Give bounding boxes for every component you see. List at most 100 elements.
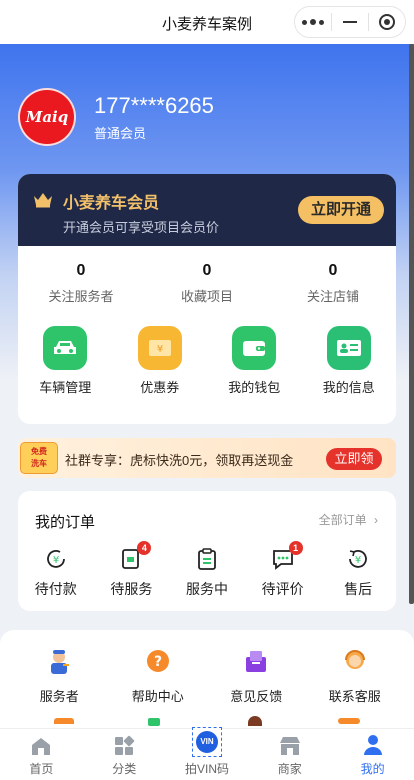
promo-banner[interactable]: 免费 洗车 社群专享：虎标快洗0元，领取再送现金 立即领	[18, 438, 396, 478]
avatar-logo-text: Maiq	[25, 108, 69, 126]
quick-label: 车辆管理	[39, 380, 92, 395]
tab-label: 分类	[112, 762, 137, 776]
tool-label: 联系客服	[328, 689, 381, 704]
vip-subtitle: 开通会员可享受项目会员价	[63, 220, 220, 235]
quick-my-info[interactable]: 我的信息	[302, 326, 397, 396]
scrollbar[interactable]	[409, 44, 414, 604]
tab-label: 我的	[360, 762, 385, 776]
orders-card: 我的订单 全部订单 › ¥ 待付款 4 待服务 服务中 1 待评价 ¥ 售后	[18, 491, 396, 611]
close-button[interactable]	[369, 7, 405, 37]
tab-merchants[interactable]: 商家	[248, 729, 331, 780]
miniprogram-capsule	[294, 6, 406, 38]
quick-actions: 车辆管理 ¥ 优惠券 我的钱包 我的信息	[18, 326, 396, 396]
minimize-button[interactable]	[332, 7, 368, 37]
quick-label: 优惠券	[140, 380, 180, 395]
tools-row: 服务者 ? 帮助中心 意见反馈 联系客服	[10, 648, 404, 705]
minimize-icon	[343, 21, 357, 23]
tab-category[interactable]: 分类	[83, 729, 166, 780]
order-label: 待服务	[110, 581, 153, 597]
order-badge: 1	[288, 541, 303, 555]
more-dots-icon	[302, 19, 324, 25]
svg-text:¥: ¥	[53, 555, 59, 566]
vin-badge-text: VIN	[195, 731, 218, 753]
tool-label: 服务者	[39, 689, 79, 704]
support-icon	[344, 650, 365, 669]
more-button[interactable]	[295, 7, 331, 37]
close-target-icon	[379, 14, 395, 30]
stat-label: 关注服务者	[48, 289, 114, 304]
order-after-sales[interactable]: ¥ 售后	[320, 545, 396, 599]
promo-tag-line1: 免费	[31, 447, 47, 456]
tab-label: 首页	[29, 762, 54, 776]
stat-followed-shops[interactable]: 0 关注店铺	[270, 262, 396, 305]
promo-text: 社群专享：虎标快洗0元，领取再送现金	[65, 453, 294, 468]
orders-title: 我的订单	[35, 514, 96, 531]
promo-tag-line2: 洗车	[31, 459, 47, 468]
feedback-icon	[246, 651, 267, 672]
order-label: 售后	[344, 581, 373, 597]
tool-servicer[interactable]: 服务者	[10, 648, 109, 705]
stat-value: 0	[202, 262, 212, 279]
clipboard-icon	[193, 545, 221, 573]
car-icon	[43, 326, 88, 370]
order-pending-payment[interactable]: ¥ 待付款	[18, 545, 94, 599]
svg-text:¥: ¥	[355, 555, 361, 566]
quick-coupons[interactable]: ¥ 优惠券	[113, 326, 208, 396]
stat-value: 0	[76, 262, 86, 279]
tab-vin-scan[interactable]: VIN 拍VIN码	[166, 727, 249, 780]
tab-label: 商家	[277, 762, 302, 776]
shop-icon	[279, 737, 300, 755]
coupon-icon: ¥	[137, 326, 182, 370]
user-phone: 177****6265	[94, 93, 214, 118]
open-vip-button[interactable]: 立即开通	[298, 196, 384, 224]
vip-banner: 小麦养车会员 开通会员可享受项目会员价 立即开通	[18, 174, 396, 246]
refund-icon: ¥	[344, 545, 372, 573]
all-orders-link[interactable]: 全部订单 ›	[319, 511, 378, 528]
svg-text:¥: ¥	[157, 344, 163, 355]
quick-label: 我的钱包	[228, 380, 281, 395]
stat-label: 关注店铺	[306, 289, 359, 304]
stats-row: 0 关注服务者 0 收藏项目 0 关注店铺	[18, 262, 396, 305]
order-pending-review[interactable]: 1 待评价	[245, 541, 321, 599]
crown-icon	[34, 193, 52, 208]
tool-label: 意见反馈	[230, 689, 283, 704]
all-orders-label: 全部订单	[318, 513, 367, 527]
order-pending-service[interactable]: 4 待服务	[94, 541, 170, 599]
claim-now-button[interactable]: 立即领	[326, 448, 382, 470]
free-wash-tag: 免费 洗车	[20, 442, 58, 474]
order-in-service[interactable]: 服务中	[169, 545, 245, 599]
quick-vehicle-management[interactable]: 车辆管理	[18, 326, 113, 396]
stat-value: 0	[328, 262, 338, 279]
stat-label: 收藏项目	[180, 289, 233, 304]
help-icon: ?	[146, 650, 169, 672]
chevron-right-icon: ›	[374, 513, 378, 527]
service-doc-icon: 4	[117, 541, 152, 573]
category-icon	[115, 735, 135, 755]
tab-mine[interactable]: 我的	[331, 729, 414, 780]
quick-wallet[interactable]: 我的钱包	[207, 326, 302, 396]
nav-bar: 小麦养车案例	[0, 0, 414, 44]
order-label: 服务中	[185, 581, 228, 597]
vip-title: 小麦养车会员	[63, 195, 160, 212]
avatar[interactable]: Maiq	[18, 88, 76, 146]
order-label: 待评价	[261, 581, 304, 597]
member-level: 普通会员	[94, 126, 147, 141]
order-status-row: ¥ 待付款 4 待服务 服务中 1 待评价 ¥ 售后	[18, 541, 396, 599]
svg-text:?: ?	[154, 654, 162, 670]
comment-icon: 1	[269, 541, 303, 573]
tool-feedback[interactable]: 意见反馈	[207, 648, 306, 705]
home-icon	[32, 738, 51, 755]
stat-favorite-items[interactable]: 0 收藏项目	[144, 262, 270, 305]
tab-home[interactable]: 首页	[0, 729, 83, 780]
order-label: 待付款	[34, 581, 77, 597]
stat-followed-servicers[interactable]: 0 关注服务者	[18, 262, 144, 305]
tool-help-center[interactable]: ? 帮助中心	[109, 648, 208, 705]
vin-scan-icon: VIN	[191, 727, 222, 757]
quick-label: 我的信息	[322, 380, 375, 395]
member-card: 小麦养车会员 开通会员可享受项目会员价 立即开通 0 关注服务者 0 收藏项目 …	[18, 174, 396, 424]
order-badge: 4	[137, 541, 152, 555]
yen-pending-icon: ¥	[42, 545, 70, 573]
tool-customer-service[interactable]: 联系客服	[306, 648, 405, 705]
id-card-icon	[326, 326, 371, 370]
tool-label: 帮助中心	[131, 689, 184, 704]
